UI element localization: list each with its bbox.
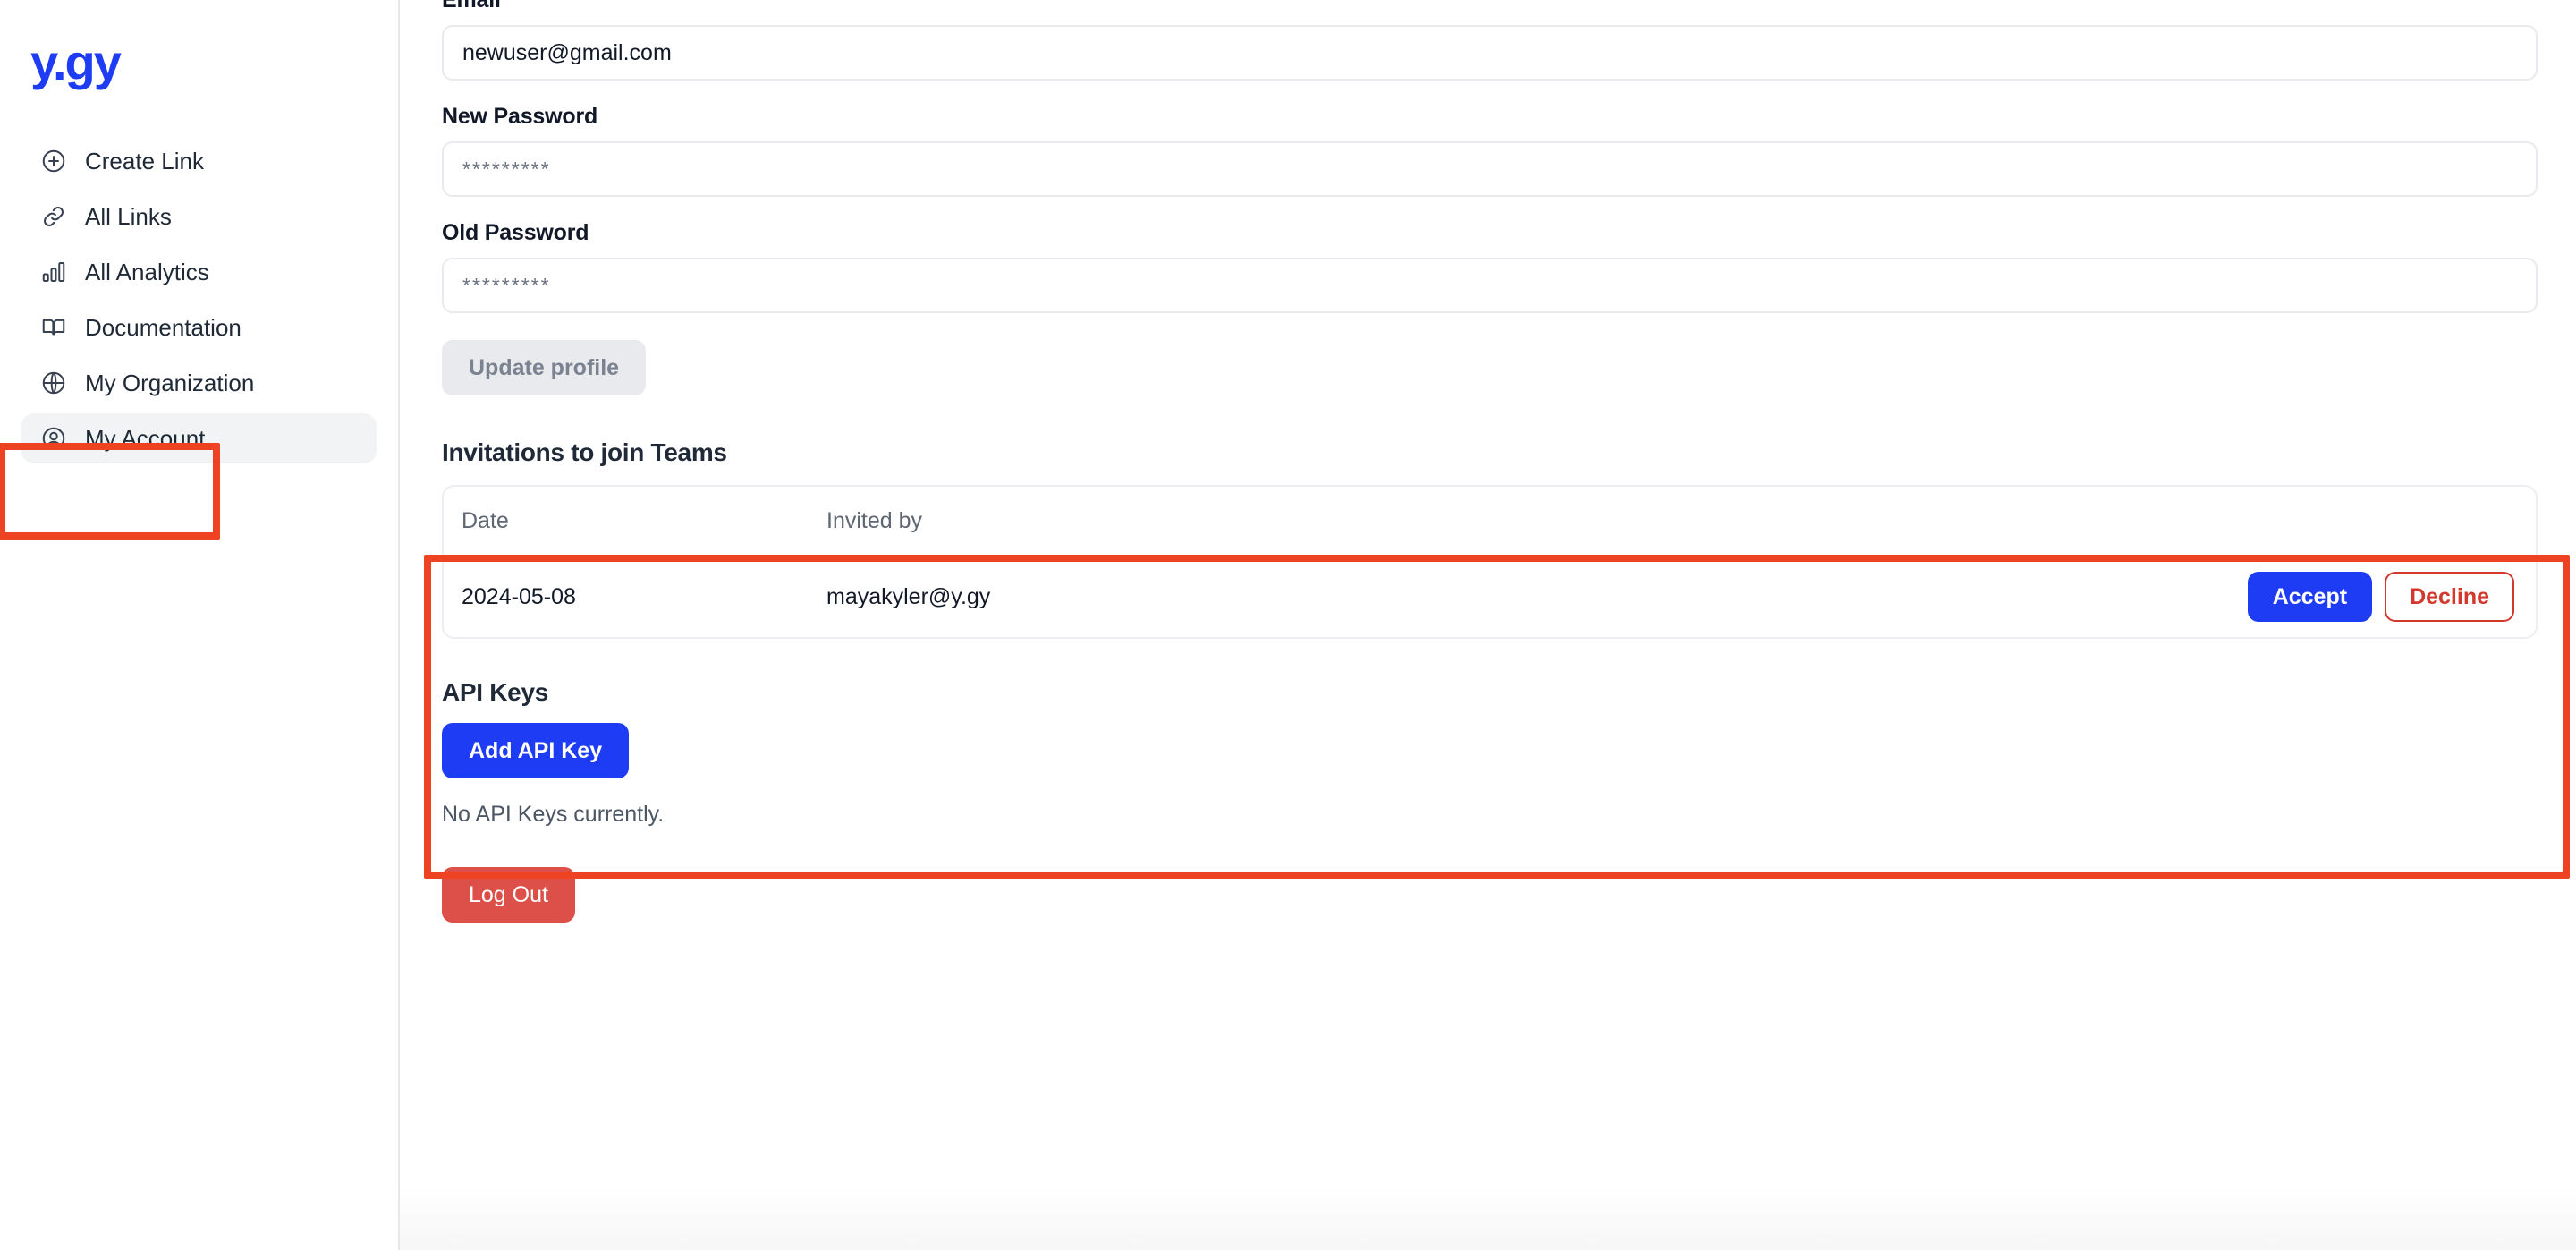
invitations-title: Invitations to join Teams — [442, 438, 727, 466]
update-profile-row: Update profile — [442, 340, 2538, 395]
globe-icon — [39, 369, 68, 397]
sidebar-item-my-account[interactable]: My Account — [21, 413, 377, 463]
sidebar-item-label: All Analytics — [85, 258, 209, 285]
plus-circle-icon — [39, 147, 68, 175]
old-password-field-block: Old Password ********* — [442, 220, 2538, 313]
sidebar-item-label: All Links — [85, 202, 172, 230]
api-keys-title: API Keys — [442, 678, 548, 706]
new-password-input[interactable]: ********* — [442, 141, 2538, 197]
invitation-invited-by: mayakyler@y.gy — [826, 583, 991, 609]
invitation-actions: Accept Decline — [2232, 572, 2536, 622]
book-icon — [39, 313, 68, 342]
old-password-input[interactable]: ********* — [442, 258, 2538, 313]
table-row: 2024-05-08 mayakyler@y.gy Accept Decline — [444, 557, 2536, 637]
update-profile-button[interactable]: Update profile — [442, 340, 647, 395]
sidebar-item-all-analytics[interactable]: All Analytics — [21, 247, 377, 297]
email-input[interactable]: newuser@gmail.com — [442, 25, 2538, 81]
api-keys-section: API Keys Add API Key No API Keys current… — [442, 678, 2538, 828]
sidebar-item-documentation[interactable]: Documentation — [21, 302, 377, 353]
sidebar-item-all-links[interactable]: All Links — [21, 191, 377, 242]
new-password-field-block: New Password ********* — [442, 104, 2538, 197]
sidebar-item-label: My Account — [85, 424, 206, 452]
old-password-label: Old Password — [442, 220, 589, 245]
sidebar-item-create-link[interactable]: Create Link — [21, 136, 377, 186]
bar-chart-icon — [39, 258, 68, 286]
link-icon — [39, 202, 68, 231]
sidebar-item-label: My Organization — [85, 369, 255, 396]
user-circle-icon — [39, 424, 68, 453]
invitations-section: Invitations to join Teams Date Invited b… — [442, 438, 2538, 639]
log-out-button[interactable]: Log Out — [442, 867, 575, 923]
api-keys-empty-text: No API Keys currently. — [442, 802, 665, 827]
sidebar-item-label: Documentation — [85, 313, 242, 341]
column-header-date: Date — [462, 507, 509, 533]
column-header-invited-by: Invited by — [826, 507, 923, 533]
decline-invitation-button[interactable]: Decline — [2385, 572, 2514, 622]
add-api-key-button[interactable]: Add API Key — [442, 723, 630, 778]
accept-invitation-button[interactable]: Accept — [2247, 572, 2373, 622]
invitations-table-card: Date Invited by 2024-05-08 mayakyler@y.g… — [442, 485, 2538, 639]
invitations-table-header: Date Invited by — [444, 487, 2536, 557]
email-field-block: Email newuser@gmail.com — [442, 0, 2538, 81]
logout-row: Log Out — [442, 867, 2538, 923]
bottom-fade-overlay — [400, 1186, 2576, 1250]
brand-logo[interactable]: y.gy — [0, 38, 398, 88]
sidebar-item-my-organization[interactable]: My Organization — [21, 358, 377, 408]
main-content: Email newuser@gmail.com New Password ***… — [400, 0, 2576, 1250]
sidebar: y.gy Create Link All Links All Analytics… — [0, 0, 400, 1250]
email-label: Email — [442, 0, 501, 13]
sidebar-item-label: Create Link — [85, 147, 204, 174]
new-password-label: New Password — [442, 104, 598, 129]
account-settings-page: y.gy Create Link All Links All Analytics… — [0, 0, 2576, 1250]
sidebar-nav: Create Link All Links All Analytics Docu… — [0, 136, 398, 463]
invitation-date: 2024-05-08 — [462, 583, 576, 609]
